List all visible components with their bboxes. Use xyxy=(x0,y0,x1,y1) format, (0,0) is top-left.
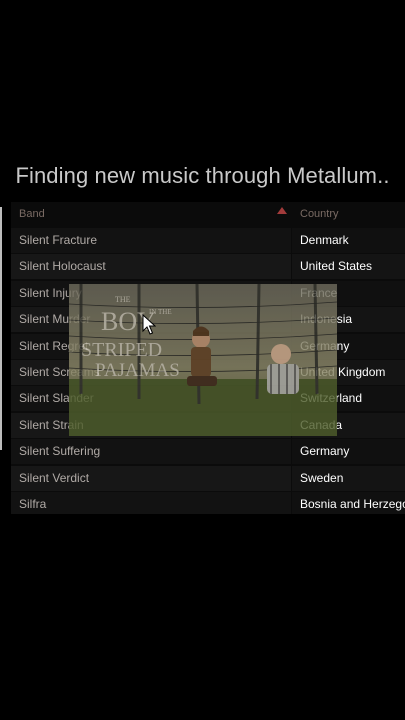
column-header-band[interactable]: Band xyxy=(19,208,45,220)
table-row: Silent Fracture Denmark xyxy=(11,228,405,254)
poster-title-line: PAJAMAS xyxy=(95,360,180,381)
poster-title-line: THE xyxy=(115,295,131,304)
table-row: SilfraBosnia and Herzegovina xyxy=(11,491,405,514)
window-edge xyxy=(0,207,5,450)
country-cell: Germany xyxy=(292,439,405,465)
band-name-link[interactable]: Silent Suffering xyxy=(11,439,291,465)
table-header: Band Country xyxy=(11,202,405,226)
video-caption: Finding new music through Metallum.. xyxy=(15,163,390,188)
column-header-country[interactable]: Country xyxy=(300,208,339,220)
band-name-link[interactable]: Silfra xyxy=(11,491,291,514)
table-row: Silent Verdict Sweden xyxy=(11,465,405,492)
poster-title-line: STRIPED xyxy=(81,339,162,361)
band-name-link[interactable]: Silent Verdict xyxy=(11,465,291,491)
sort-ascending-icon[interactable] xyxy=(277,207,287,214)
mouse-pointer-icon xyxy=(142,314,156,335)
table-row: Silent Holocaust United States xyxy=(11,254,405,280)
country-cell: Sweden xyxy=(292,465,405,491)
table-row: Silent Suffering Germany xyxy=(11,439,405,465)
movie-poster-overlay: THE BOY IN THE STRIPED PAJAMAS xyxy=(69,284,337,436)
country-cell: United States xyxy=(292,254,405,280)
country-cell: Bosnia and Herzegovina xyxy=(292,491,405,514)
band-name-link[interactable]: Silent Holocaust xyxy=(11,254,291,280)
country-cell: Denmark xyxy=(292,228,405,253)
band-name-link[interactable]: Silent Fracture xyxy=(11,228,291,253)
